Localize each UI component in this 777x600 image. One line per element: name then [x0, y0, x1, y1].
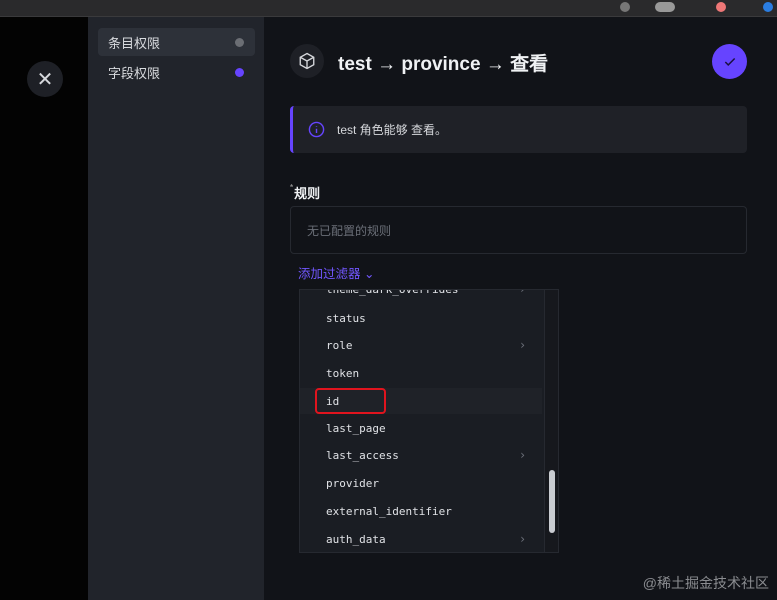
dropdown-item-role[interactable]: role ›	[300, 332, 542, 358]
check-icon	[724, 57, 735, 66]
empty-rules-text: 无已配置的规则	[307, 223, 392, 238]
box-icon	[290, 44, 324, 78]
scrollbar[interactable]	[544, 290, 558, 552]
chevron-right-icon: ›	[520, 448, 525, 462]
extension-icon[interactable]	[763, 2, 773, 12]
dropdown-item-label: external_identifier	[326, 504, 452, 518]
dropdown-item-label: last_page	[326, 421, 386, 435]
status-dot	[235, 37, 244, 47]
dropdown-item-last-page[interactable]: last_page	[300, 415, 542, 441]
status-dot	[235, 67, 244, 77]
profile-avatar[interactable]	[655, 2, 675, 12]
dropdown-item-label: role	[326, 338, 353, 352]
dropdown-item-id[interactable]: id	[300, 388, 542, 414]
chevron-right-icon: ›	[520, 289, 525, 296]
dropdown-item-last-access[interactable]: last_access ›	[300, 442, 542, 468]
notice-text: test 角色能够 查看。	[337, 123, 448, 137]
permission-sidebar: 条目权限 字段权限	[88, 17, 264, 600]
dropdown-item-label: last_access	[326, 448, 399, 462]
main-panel: test → province → 查看 test 角色能够 查看。 *规则 无…	[264, 17, 777, 600]
rules-label-text: 规则	[294, 186, 321, 201]
sidebar-item-item-permissions[interactable]: 条目权限	[98, 28, 255, 56]
dropdown-item-token[interactable]: token	[300, 360, 542, 386]
extension-icon[interactable]	[716, 2, 726, 12]
page-title: test → province → 查看	[338, 54, 549, 75]
field-dropdown: theme_dark_overrides › status role › token id l…	[299, 289, 559, 553]
dropdown-item-label: theme_dark_overrides	[326, 289, 459, 296]
chevron-right-icon: ›	[520, 532, 525, 546]
scrollbar-thumb[interactable]	[549, 470, 555, 533]
sidebar-item-field-permissions[interactable]: 字段权限	[98, 58, 255, 86]
dropdown-item-label: id	[326, 394, 340, 408]
watermark: @稀土掘金技术社区	[642, 575, 769, 591]
dropdown-item-auth-data[interactable]: auth_data ›	[300, 526, 542, 552]
dropdown-item-label: token	[326, 366, 360, 380]
close-icon: ✕	[36, 68, 54, 91]
close-button[interactable]: ✕	[27, 61, 63, 97]
dropdown-item-provider[interactable]: provider	[300, 470, 542, 496]
dropdown-item-external-identifier[interactable]: external_identifier	[300, 498, 542, 524]
browser-toolbar	[0, 0, 777, 17]
save-button[interactable]	[712, 44, 747, 79]
add-filter-button[interactable]: 添加过滤器 ⌄	[298, 263, 374, 282]
chevron-down-icon: ⌄	[364, 267, 375, 281]
dropdown-item-status[interactable]: status	[300, 305, 542, 331]
browser-icon[interactable]	[620, 2, 630, 12]
info-notice: test 角色能够 查看。	[290, 106, 747, 153]
dropdown-item-label: provider	[326, 476, 379, 490]
required-mark: *	[290, 183, 294, 192]
rules-box: 无已配置的规则	[290, 206, 747, 254]
add-filter-label: 添加过滤器	[298, 267, 361, 281]
rules-label: *规则	[290, 183, 320, 202]
dropdown-item-theme-dark-overrides[interactable]: theme_dark_overrides ›	[300, 289, 542, 302]
sidebar-item-label: 条目权限	[108, 35, 161, 51]
dropdown-item-label: auth_data	[326, 532, 386, 546]
chevron-right-icon: ›	[520, 338, 525, 352]
info-icon	[308, 121, 325, 138]
modal-backdrop: ✕	[0, 17, 88, 600]
sidebar-item-label: 字段权限	[108, 65, 161, 81]
dropdown-item-label: status	[326, 311, 366, 325]
